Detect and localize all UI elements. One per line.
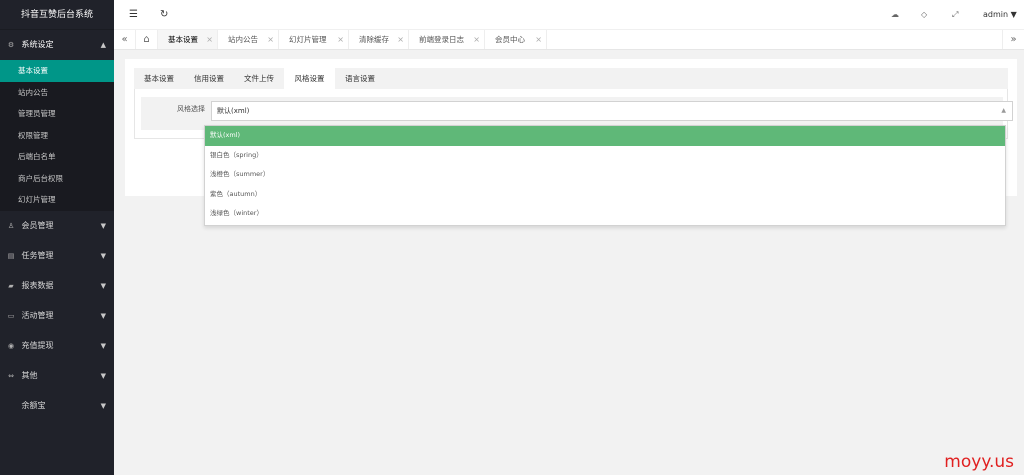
settings-tabs: 基本设置 信用设置 文件上传 风格设置 语言设置 (134, 68, 1008, 89)
chevron-down-icon: ▼ (100, 371, 106, 380)
task-icon: ▤ (7, 251, 15, 260)
sidebar-item-label: 报表数据 (21, 280, 54, 290)
sidebar-item-tasks[interactable]: ▤ 任务管理 ▼ (0, 241, 114, 271)
close-icon[interactable]: × (397, 30, 404, 49)
dropdown-option[interactable]: 紫色（autumn） (205, 185, 1005, 205)
tab-announcements[interactable]: 站内公告 × (218, 30, 279, 49)
tab-clear-cache[interactable]: 清除缓存 × (349, 30, 409, 49)
home-icon[interactable]: ⌂ (136, 30, 158, 49)
menu-toggle-icon[interactable]: ☰ (129, 0, 138, 30)
dropdown-option[interactable]: 默认(xml) (205, 126, 1005, 146)
sidebar-submenu: 基本设置 站内公告 管理员管理 权限管理 后端白名单 商户后台权限 幻灯片管理 (0, 60, 114, 211)
tab-language[interactable]: 语言设置 (335, 68, 385, 89)
sidebar-subitem-admin-management[interactable]: 管理员管理 (0, 103, 114, 125)
close-icon[interactable]: × (206, 30, 213, 49)
sidebar-item-label: 系统设定 (21, 40, 54, 49)
user-menu[interactable]: admin ▼ (983, 0, 1017, 30)
chevron-down-icon: ▼ (100, 341, 106, 350)
style-select-dropdown: 默认(xml) 银白色（spring） 浅橙色（summer） 紫色（autum… (204, 125, 1006, 226)
dropdown-option[interactable]: 浅橙色（summer） (205, 165, 1005, 185)
chevron-up-icon: ▲ (100, 41, 106, 49)
sidebar-item-recharge[interactable]: ◉ 充值提现 ▼ (0, 331, 114, 361)
link-icon: ⇔ (8, 371, 14, 380)
watermark: moyy.us (944, 452, 1014, 472)
page-tabs-bar: « ⌂ 基本设置 × 站内公告 × 幻灯片管理 × 清除缓存 × 前端登录日志 × 会员中… (114, 30, 1024, 50)
sidebar-item-members[interactable]: ♙ 会员管理 ▼ (0, 211, 114, 241)
sidebar-item-label: 其他 (21, 370, 38, 380)
tab-basic-settings[interactable]: 基本设置 × (158, 30, 218, 49)
close-icon[interactable]: × (535, 30, 542, 49)
close-icon[interactable]: × (473, 30, 480, 49)
top-header: ☰ ↻ ☁ ◇ ⤢ admin ▼ (114, 0, 1024, 30)
sidebar-item-label: 任务管理 (21, 250, 54, 260)
app-title: 抖音互赞后台系统 (0, 0, 114, 30)
sidebar-subitem-merchant-permissions[interactable]: 商户后台权限 (0, 168, 114, 190)
chevron-down-icon: ▼ (100, 281, 106, 290)
gear-icon: ⚙ (7, 41, 15, 49)
user-icon: ♙ (7, 221, 15, 230)
tag-icon[interactable]: ◇ (921, 0, 927, 30)
tab-credit[interactable]: 信用设置 (184, 68, 234, 89)
close-icon[interactable]: × (337, 30, 344, 49)
chevron-down-icon: ▼ (100, 251, 106, 260)
sidebar-item-label: 充值提现 (21, 340, 54, 350)
tab-slides[interactable]: 幻灯片管理 × (279, 30, 349, 49)
sidebar: 抖音互赞后台系统 ⚙ 系统设定 ▲ 基本设置 站内公告 管理员管理 权限管理 后… (0, 0, 114, 475)
chevron-up-icon: ▲ (1001, 107, 1006, 114)
sidebar-item-activities[interactable]: ▭ 活动管理 ▼ (0, 301, 114, 331)
style-select-value: 默认(xml) (217, 107, 250, 115)
chevron-down-icon: ▼ (100, 401, 106, 410)
sidebar-item-yuebao[interactable]: 余额宝 ▼ (0, 391, 114, 421)
tab-member-center[interactable]: 会员中心 × (485, 30, 547, 49)
nav-group-system: ⚙ 系统设定 ▲ 基本设置 站内公告 管理员管理 权限管理 后端白名单 商户后台… (0, 30, 114, 211)
sidebar-subitem-slides[interactable]: 幻灯片管理 (0, 189, 114, 211)
style-select[interactable]: 默认(xml) ▲ (211, 101, 1013, 121)
theme-icon[interactable]: ☁ (891, 0, 899, 30)
report-icon: ▰ (8, 281, 14, 290)
sidebar-item-system-settings[interactable]: ⚙ 系统设定 ▲ (0, 30, 114, 60)
dropdown-option[interactable]: 浅绿色（winter） (205, 204, 1005, 224)
chevron-down-icon: ▼ (100, 221, 106, 230)
sidebar-subitem-whitelist[interactable]: 后端白名单 (0, 146, 114, 168)
sidebar-item-label: 余额宝 (21, 400, 46, 410)
sidebar-subitem-announcements[interactable]: 站内公告 (0, 82, 114, 104)
tab-style[interactable]: 风格设置 (284, 68, 335, 89)
tab-upload[interactable]: 文件上传 (234, 68, 284, 89)
sidebar-subitem-permissions[interactable]: 权限管理 (0, 125, 114, 147)
sidebar-subitem-basic-settings[interactable]: 基本设置 (0, 60, 114, 82)
tab-basic[interactable]: 基本设置 (134, 68, 184, 89)
tab-login-log[interactable]: 前端登录日志 × (409, 30, 485, 49)
chevron-down-icon: ▼ (100, 311, 106, 320)
tabs-next-button[interactable]: » (1002, 30, 1024, 49)
tabs-prev-button[interactable]: « (114, 30, 136, 49)
activity-icon: ▭ (7, 311, 15, 320)
sidebar-item-label: 会员管理 (21, 220, 54, 230)
refresh-icon[interactable]: ↻ (160, 0, 168, 30)
close-icon[interactable]: × (267, 30, 274, 49)
dropdown-option[interactable]: 银白色（spring） (205, 146, 1005, 166)
fullscreen-icon[interactable]: ⤢ (952, 0, 958, 30)
style-select-label: 风格选择 (177, 105, 205, 113)
sidebar-item-label: 活动管理 (21, 310, 54, 320)
money-icon: ◉ (7, 341, 15, 350)
sidebar-item-reports[interactable]: ▰ 报表数据 ▼ (0, 271, 114, 301)
sidebar-item-other[interactable]: ⇔ 其他 ▼ (0, 361, 114, 391)
